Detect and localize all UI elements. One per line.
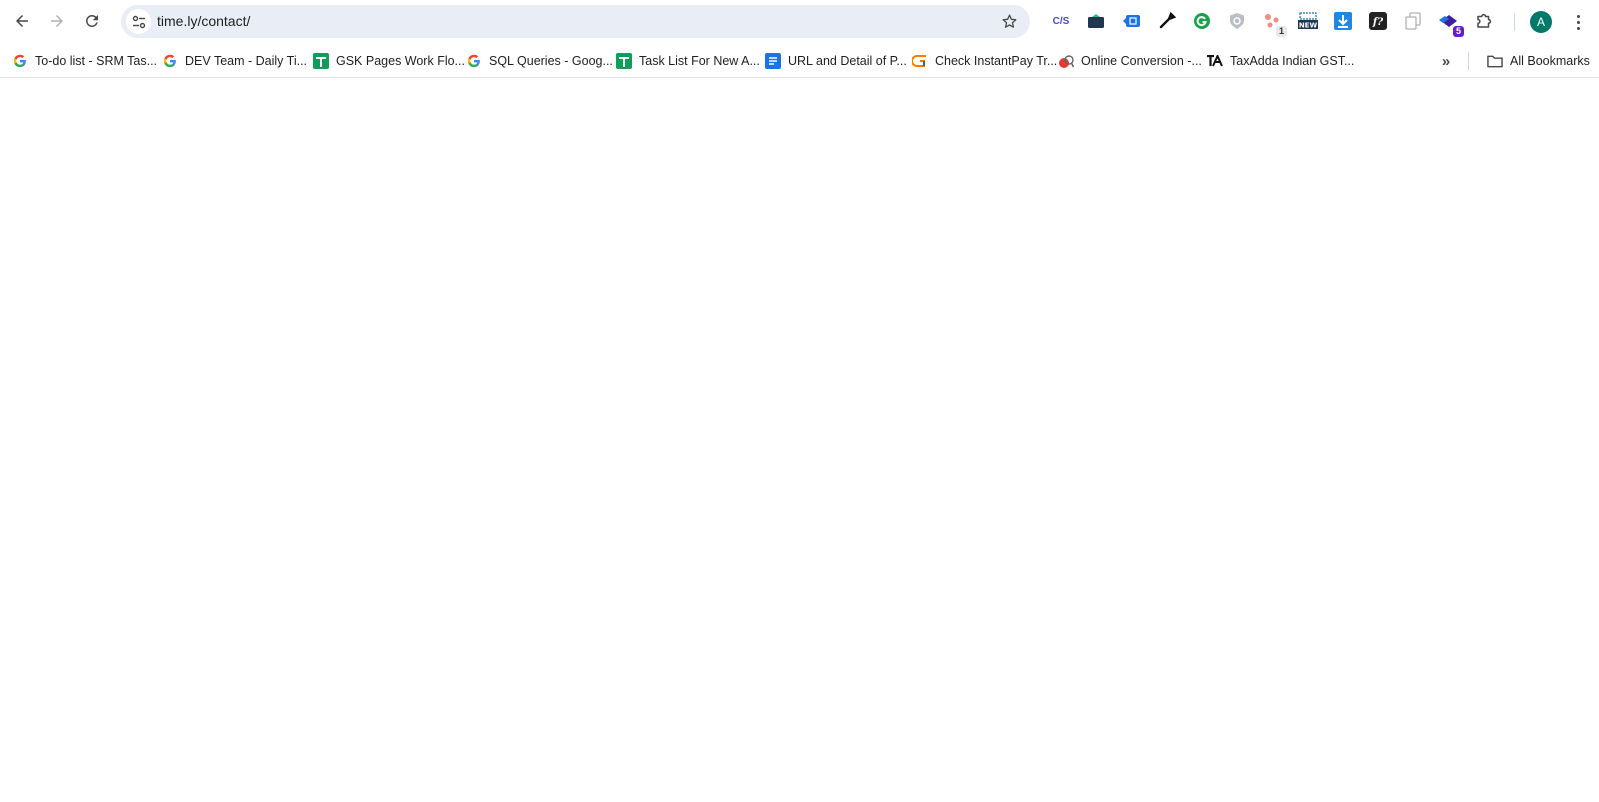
bookmarks-divider <box>1468 52 1469 70</box>
translate-extension-icon[interactable] <box>1121 10 1143 32</box>
double-chevron-right-icon: » <box>1441 52 1451 70</box>
network-extension-icon[interactable]: 1 <box>1261 10 1287 37</box>
arrow-left-icon <box>16 15 28 27</box>
svg-text:f?: f? <box>1372 17 1383 28</box>
menu-dot-icon <box>1576 20 1580 24</box>
bookmark-label: DEV Team - Daily Ti... <box>185 54 308 68</box>
copy-extension-icon[interactable] <box>1402 10 1424 32</box>
bookmark-label: TaxAdda Indian GST... <box>1230 54 1355 68</box>
google-icon <box>162 53 178 69</box>
sheets-icon <box>313 53 329 69</box>
bookmark-item[interactable]: SQL Queries - Goog... <box>462 49 617 73</box>
download-extension-icon[interactable] <box>1332 10 1354 32</box>
toolbar-divider <box>1514 13 1515 31</box>
grammarly-extension-icon[interactable] <box>1191 10 1213 32</box>
instantpay-icon <box>912 53 928 69</box>
reload-icon <box>86 14 98 27</box>
svg-text:NEW: NEW <box>1299 22 1318 30</box>
extensions-puzzle-icon[interactable] <box>1473 10 1495 32</box>
new-extension-icon[interactable]: NEW <box>1297 10 1319 32</box>
bookmark-label: Check InstantPay Tr... <box>935 54 1058 68</box>
bookmark-item[interactable]: Check InstantPay Tr... <box>908 49 1061 73</box>
star-icon <box>1002 14 1017 28</box>
sheets-icon <box>616 53 632 69</box>
bookmark-label: To-do list - SRM Tas... <box>35 54 158 68</box>
shield-extension-icon[interactable] <box>1226 10 1248 32</box>
site-info-button[interactable] <box>126 9 151 34</box>
docs-icon <box>765 53 781 69</box>
taxadda-icon <box>1207 53 1223 69</box>
profile-avatar[interactable]: A <box>1530 11 1552 33</box>
css-extension-icon[interactable]: C/S <box>1050 10 1072 32</box>
forward-button[interactable] <box>42 6 72 36</box>
menu-dot-icon <box>1576 14 1580 18</box>
all-bookmarks-label: All Bookmarks <box>1510 54 1590 68</box>
conversion-icon <box>1058 53 1074 69</box>
all-bookmarks-button[interactable]: All Bookmarks <box>1483 49 1594 73</box>
bookmarks-bar: To-do list - SRM Tas... DEV Team - Daily… <box>0 43 1599 78</box>
wallet-extension-icon[interactable] <box>1085 10 1107 32</box>
bookmark-item[interactable]: GSK Pages Work Flo... <box>309 49 469 73</box>
font-extension-icon[interactable]: f? <box>1367 10 1389 32</box>
bookmark-item[interactable]: DEV Team - Daily Ti... <box>158 49 311 73</box>
reload-button[interactable] <box>77 6 107 36</box>
url-text[interactable]: time.ly/contact/ <box>157 5 250 38</box>
browser-toolbar: time.ly/contact/ C/S 1 NEW f? 5 A <box>0 0 1599 43</box>
folder-icon <box>1487 53 1503 69</box>
bookmark-label: URL and Detail of P... <box>788 54 907 68</box>
address-bar[interactable]: time.ly/contact/ <box>121 5 1030 38</box>
bookmark-item[interactable]: To-do list - SRM Tas... <box>8 49 161 73</box>
bookmark-item[interactable]: URL and Detail of P... <box>761 49 911 73</box>
menu-dot-icon <box>1576 26 1580 30</box>
browser-menu-button[interactable] <box>1568 10 1588 34</box>
color-picker-extension-icon[interactable] <box>1156 10 1178 32</box>
bookmarks-overflow-button[interactable]: » <box>1434 50 1458 72</box>
network-badge: 1 <box>1275 26 1287 37</box>
bookmark-item[interactable]: Online Conversion -... <box>1054 49 1206 73</box>
bookmark-item[interactable]: Task List For New A... <box>612 49 764 73</box>
bookmark-star-button[interactable] <box>997 9 1022 34</box>
google-icon <box>466 53 482 69</box>
bookmark-label: SQL Queries - Goog... <box>489 54 613 68</box>
bookmark-item[interactable]: TaxAdda Indian GST... <box>1203 49 1358 73</box>
bookmark-label: Online Conversion -... <box>1081 54 1202 68</box>
layers-badge: 5 <box>1452 26 1464 37</box>
page-content <box>0 79 1599 802</box>
layers-extension-icon[interactable]: 5 <box>1438 10 1464 37</box>
bookmark-label: Task List For New A... <box>639 54 760 68</box>
google-icon <box>12 53 28 69</box>
arrow-right-icon <box>51 15 63 27</box>
tune-icon <box>132 15 145 28</box>
back-button[interactable] <box>7 6 37 36</box>
bookmark-label: GSK Pages Work Flo... <box>336 54 465 68</box>
